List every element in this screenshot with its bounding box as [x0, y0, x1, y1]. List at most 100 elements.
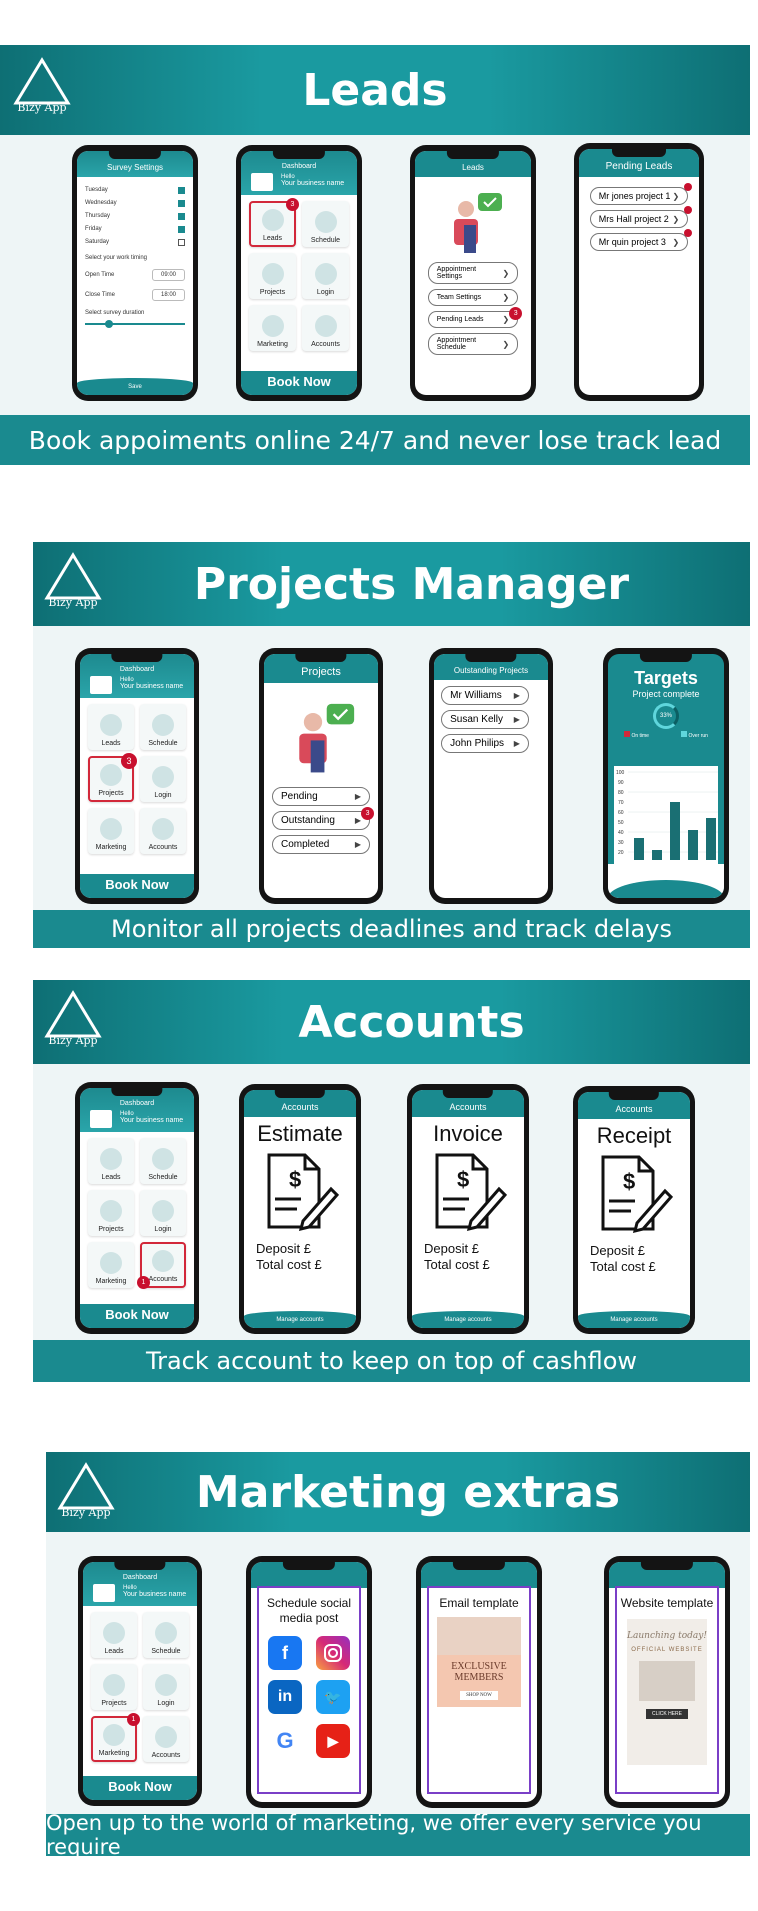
leads-footer: Book appoiments online 24/7 and never lo…	[0, 415, 750, 465]
marketing-section: Marketing extras Bizy App Dashboard Hell…	[46, 1452, 750, 1859]
tile-leads[interactable]: Leads	[88, 1138, 134, 1184]
marketing-header: Marketing extras	[46, 1452, 750, 1532]
manage-accounts-button[interactable]: Manage accounts	[412, 1311, 524, 1328]
completed-item[interactable]: Completed ▶	[271, 835, 371, 854]
tile-leads[interactable]: Leads	[91, 1612, 137, 1658]
appointment-settings-item[interactable]: Appointment Settings ❯	[427, 262, 519, 284]
shop-now-button[interactable]: SHOP NOW	[460, 1691, 498, 1700]
book-now-button[interactable]: Book Now	[83, 1776, 197, 1800]
triangle-logo-icon	[57, 1462, 115, 1510]
tile-accounts[interactable]: Accounts	[143, 1716, 189, 1762]
tile-accounts[interactable]: Accounts	[302, 305, 349, 351]
google-icon[interactable]: G	[268, 1724, 302, 1758]
book-now-button[interactable]: Book Now	[80, 874, 194, 898]
tile-projects[interactable]: Projects	[88, 1190, 134, 1236]
tile-login[interactable]: Login	[140, 756, 186, 802]
linkedin-icon[interactable]: in	[268, 1680, 302, 1714]
save-button[interactable]: Save	[77, 378, 193, 395]
leads-header: Leads	[0, 45, 750, 135]
progress-ring: 33%	[608, 703, 724, 729]
bizy-logo: Bizy App	[2, 49, 82, 129]
outstanding-item[interactable]: Outstanding ▶ 3	[271, 807, 375, 830]
accounts-footer: Track account to keep on top of cashflow	[33, 1340, 750, 1382]
tile-projects[interactable]: Projects 3	[88, 753, 137, 802]
email-title: Email template	[439, 1596, 519, 1610]
tile-schedule[interactable]: Schedule	[140, 704, 186, 750]
phone-targets: Targets Project complete 33% On time Ove…	[603, 648, 729, 904]
person-illustration	[264, 697, 378, 777]
book-now-button[interactable]: Book Now	[80, 1304, 194, 1328]
manage-accounts-button[interactable]: Manage accounts	[244, 1311, 356, 1328]
section-title: Projects Manager	[193, 558, 630, 610]
svg-text:30: 30	[618, 840, 624, 846]
laptop-image	[639, 1661, 695, 1701]
leads-section: Leads Bizy App Survey Settings Tuesday W…	[0, 45, 750, 465]
instagram-icon[interactable]	[316, 1636, 350, 1670]
youtube-icon[interactable]: ▶	[316, 1724, 350, 1758]
pending-lead-item[interactable]: Mrs Hall project 2 ❯	[589, 206, 693, 228]
targets-subtitle: Project complete	[632, 689, 700, 699]
svg-text:90: 90	[618, 780, 624, 786]
pending-leads-item[interactable]: Pending Leads ❯ 3	[427, 307, 523, 328]
phone-survey-settings: Survey Settings Tuesday Wednesday Thursd…	[72, 145, 198, 401]
tile-login[interactable]: Login	[140, 1190, 186, 1236]
duration-slider[interactable]	[85, 320, 185, 328]
tile-marketing[interactable]: Marketing	[88, 1242, 134, 1288]
bizy-logo: Bizy App	[33, 982, 113, 1062]
chart-bar	[670, 802, 680, 860]
click-here-button[interactable]: CLICK HERE	[645, 1709, 688, 1719]
website-title: Website template	[620, 1596, 714, 1610]
tile-projects[interactable]: Projects	[91, 1664, 137, 1710]
phone-pending-leads: Pending Leads Mr jones project 1 ❯ Mrs Ha…	[574, 143, 704, 401]
tile-accounts[interactable]: Accounts	[140, 808, 186, 854]
marketing-footer: Open up to the world of marketing, we of…	[46, 1811, 750, 1859]
facebook-icon[interactable]: f	[268, 1636, 302, 1670]
person-illustration	[415, 187, 531, 257]
section-title: Accounts	[298, 996, 525, 1048]
phone-projects-menu: Projects Pending ▶ Outstanding ▶ 3 Complete…	[259, 648, 383, 904]
svg-text:60: 60	[618, 810, 624, 816]
doc-title: Receipt	[596, 1123, 672, 1148]
pending-item[interactable]: Pending ▶	[271, 787, 371, 806]
phone-email-template: Email template EXCLUSIVE MEMBERS SHOP NO…	[416, 1556, 542, 1808]
projects-section: Projects Manager Bizy App Dashboard Hell…	[33, 542, 750, 948]
chart-bar	[706, 818, 716, 860]
tile-schedule[interactable]: Schedule	[140, 1138, 186, 1184]
manage-accounts-button[interactable]: Manage accounts	[578, 1311, 690, 1328]
outstanding-project-item[interactable]: John Philips ▶	[441, 734, 529, 753]
bizy-logo: Bizy App	[46, 1454, 126, 1534]
phone-dashboard: Dashboard Hello Your business name Leads …	[75, 1082, 199, 1334]
phone-outstanding-projects: Outstanding Projects Mr Williams ▶ Susan …	[429, 648, 553, 904]
tile-marketing[interactable]: Marketing 1	[91, 1713, 140, 1762]
tile-marketing[interactable]: Marketing	[249, 305, 296, 351]
outstanding-project-item[interactable]: Mr Williams ▶	[441, 686, 529, 705]
tile-leads[interactable]: Leads	[88, 704, 134, 750]
team-settings-item[interactable]: Team Settings ❯	[427, 289, 519, 306]
appointment-schedule-item[interactable]: Appointment Schedule ❯	[427, 333, 519, 355]
tile-login[interactable]: Login	[143, 1664, 189, 1710]
tile-leads[interactable]: Leads 3	[249, 198, 299, 247]
pending-lead-item[interactable]: Mr quin project 3 ❯	[589, 229, 693, 251]
tile-projects[interactable]: Projects	[249, 253, 296, 299]
book-now-button[interactable]: Book Now	[241, 371, 357, 395]
phone-leads-menu: Leads Appointment Settings ❯ Team Setting…	[410, 145, 536, 401]
outstanding-project-item[interactable]: Susan Kelly ▶	[441, 710, 529, 729]
social-title: Schedule social media post	[266, 1596, 352, 1625]
phone-social-media: Schedule social media post f in 🐦 G ▶	[246, 1556, 372, 1808]
projects-header: Projects Manager	[33, 542, 750, 626]
tile-schedule[interactable]: Schedule	[143, 1612, 189, 1658]
twitter-icon[interactable]: 🐦	[316, 1680, 350, 1714]
section-title: Leads	[302, 64, 448, 116]
targets-bar-chart: 100 90 80 70 60 50 40 30 20	[614, 766, 718, 866]
svg-text:100: 100	[616, 770, 625, 776]
chart-bar	[652, 850, 662, 860]
tile-login[interactable]: Login	[302, 253, 349, 299]
tile-accounts[interactable]: Accounts 1	[137, 1242, 186, 1289]
phone-website-template: Website template Launching today! OFFICI…	[604, 1556, 730, 1808]
svg-text:40: 40	[618, 830, 624, 836]
phone-dashboard: Dashboard Hello Your business name Leads …	[75, 648, 199, 904]
pending-lead-item[interactable]: Mr jones project 1 ❯	[589, 183, 693, 205]
tile-marketing[interactable]: Marketing	[88, 808, 134, 854]
tile-schedule[interactable]: Schedule	[302, 201, 349, 247]
svg-text:$: $	[289, 1167, 301, 1192]
